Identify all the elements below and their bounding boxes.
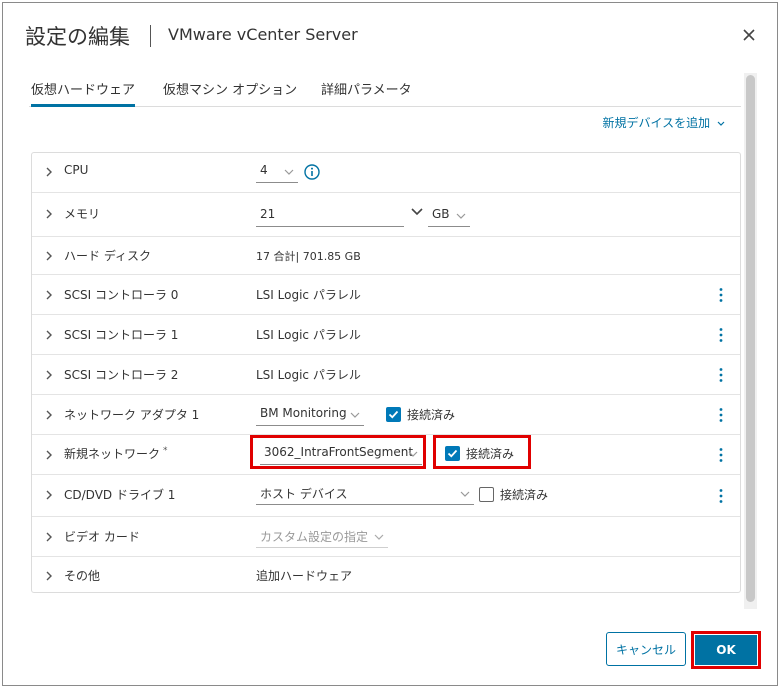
row-video-card: ビデオ カード カスタム設定の指定 (32, 517, 740, 557)
memory-label: メモリ (64, 207, 101, 221)
scsi2-label: SCSI コントローラ 2 (64, 368, 179, 382)
other-label: その他 (64, 569, 101, 583)
edit-settings-dialog: 設定の編集 VMware vCenter Server 仮想ハードウェア 仮想マ… (2, 2, 778, 686)
title-separator (150, 25, 151, 47)
cd-dvd-label: CD/DVD ドライブ 1 (64, 488, 176, 502)
chevron-right-icon[interactable] (44, 251, 54, 261)
tab-virtual-hardware[interactable]: 仮想ハードウェア (31, 79, 136, 107)
scsi0-label: SCSI コントローラ 0 (64, 288, 179, 302)
hard-disk-label: ハード ディスク (64, 249, 151, 263)
memory-value: 21 (260, 207, 276, 221)
row-hard-disk: ハード ディスク 17 合計| 701.85 GB (32, 237, 740, 275)
memory-input[interactable]: 21 (256, 207, 404, 227)
chevron-right-icon[interactable] (44, 290, 54, 300)
cpu-select[interactable]: 4 (256, 163, 298, 183)
chevron-right-icon[interactable] (44, 490, 54, 500)
chevron-down-icon (374, 534, 384, 540)
chevron-right-icon[interactable] (44, 410, 54, 420)
tab-bar: 仮想ハードウェア 仮想マシン オプション 詳細パラメータ (29, 75, 741, 107)
new-network-label-text: 新規ネットワーク (64, 447, 161, 461)
close-icon[interactable] (741, 27, 757, 43)
cpu-label: CPU (64, 163, 89, 177)
memory-unit: GB (432, 207, 450, 221)
chevron-right-icon[interactable] (44, 167, 54, 177)
chevron-right-icon[interactable] (44, 370, 54, 380)
scsi1-label: SCSI コントローラ 1 (64, 328, 179, 342)
hard-disk-value: 17 合計| 701.85 GB (256, 250, 361, 263)
row-new-network: 新規ネットワーク * 3062_IntraFrontSegment 接続済み (32, 435, 740, 475)
chevron-right-icon[interactable] (44, 571, 54, 581)
hardware-grid: CPU 4 メモリ 21 GB ハード ディスク 17 合計| 701.85 G… (31, 152, 741, 593)
cpu-value: 4 (260, 163, 268, 177)
new-network-select-highlight (250, 435, 426, 469)
tab-vm-options[interactable]: 仮想マシン オプション (163, 79, 297, 107)
video-card-label: ビデオ カード (64, 530, 140, 544)
required-mark: * (163, 446, 168, 456)
title-bar: 設定の編集 VMware vCenter Server (3, 3, 777, 65)
chevron-right-icon[interactable] (44, 209, 54, 219)
ok-button-highlight (691, 631, 761, 669)
row-memory: メモリ 21 GB (32, 193, 740, 237)
new-network-connected-highlight (433, 435, 531, 469)
scsi1-value: LSI Logic パラレル (256, 328, 361, 342)
chevron-down-icon[interactable] (411, 207, 423, 217)
memory-unit-select[interactable]: GB (428, 207, 470, 227)
kebab-menu-icon[interactable] (716, 488, 726, 504)
cd-dvd-connected-checkbox[interactable] (479, 487, 494, 502)
new-network-label: 新規ネットワーク * (64, 445, 168, 462)
info-icon[interactable] (304, 164, 320, 180)
chevron-down-icon (717, 121, 725, 126)
tab-advanced-parameters[interactable]: 詳細パラメータ (321, 79, 412, 107)
row-scsi-controller-2: SCSI コントローラ 2 LSI Logic パラレル (32, 355, 740, 395)
dialog-title: 設定の編集 (25, 25, 130, 49)
network-adapter-1-connected-checkbox[interactable] (386, 407, 401, 422)
video-card-select[interactable]: カスタム設定の指定 (256, 528, 388, 548)
cd-dvd-select[interactable]: ホスト デバイス (256, 485, 474, 505)
add-new-device-label: 新規デバイスを追加 (602, 116, 711, 130)
chevron-right-icon[interactable] (44, 532, 54, 542)
chevron-down-icon (456, 213, 466, 219)
cd-dvd-connected-label: 接続済み (500, 488, 549, 502)
other-value: 追加ハードウェア (256, 569, 353, 583)
row-network-adapter-1: ネットワーク アダプタ 1 BM Monitoring 接続済み (32, 395, 740, 435)
kebab-menu-icon[interactable] (716, 407, 726, 423)
row-cd-dvd-drive-1: CD/DVD ドライブ 1 ホスト デバイス 接続済み (32, 475, 740, 517)
cd-dvd-value: ホスト デバイス (260, 487, 348, 501)
kebab-menu-icon[interactable] (716, 447, 726, 463)
network-adapter-1-label: ネットワーク アダプタ 1 (64, 408, 200, 422)
chevron-right-icon[interactable] (44, 450, 54, 460)
kebab-menu-icon[interactable] (716, 367, 726, 383)
kebab-menu-icon[interactable] (716, 327, 726, 343)
scsi2-value: LSI Logic パラレル (256, 368, 361, 382)
network-adapter-1-connected-label: 接続済み (407, 408, 456, 422)
row-cpu: CPU 4 (32, 153, 740, 193)
video-card-value: カスタム設定の指定 (260, 530, 369, 544)
row-other: その他 追加ハードウェア (32, 557, 740, 593)
chevron-down-icon (350, 412, 360, 418)
scrollbar-thumb[interactable] (746, 75, 755, 602)
add-new-device-link[interactable]: 新規デバイスを追加 (603, 114, 725, 131)
cancel-button[interactable]: キャンセル (606, 632, 686, 666)
chevron-down-icon (284, 169, 294, 175)
dialog-subtitle: VMware vCenter Server (168, 25, 358, 44)
row-scsi-controller-1: SCSI コントローラ 1 LSI Logic パラレル (32, 315, 740, 355)
chevron-right-icon[interactable] (44, 330, 54, 340)
row-scsi-controller-0: SCSI コントローラ 0 LSI Logic パラレル (32, 275, 740, 315)
network-adapter-1-select[interactable]: BM Monitoring (256, 406, 364, 426)
chevron-down-icon (460, 491, 470, 497)
scsi0-value: LSI Logic パラレル (256, 288, 361, 302)
checkmark-icon (388, 410, 399, 419)
network-adapter-1-value: BM Monitoring (260, 406, 347, 420)
kebab-menu-icon[interactable] (716, 287, 726, 303)
